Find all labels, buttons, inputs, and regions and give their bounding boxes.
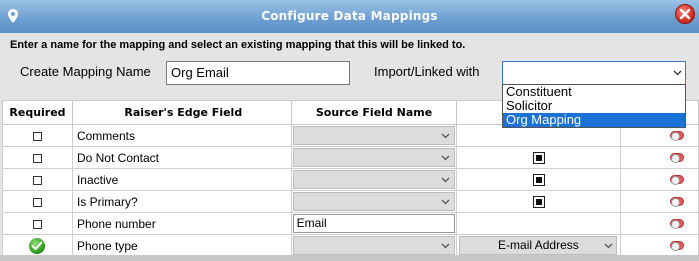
source-cell xyxy=(290,168,458,191)
mapping-panel: Enter a name for the mapping and select … xyxy=(0,33,699,261)
required-checkbox[interactable] xyxy=(32,153,42,163)
field-name-cell: Do Not Contact xyxy=(71,146,292,169)
table-row: Do Not Contact xyxy=(2,146,699,169)
chevron-down-icon[interactable] xyxy=(438,237,454,254)
source-cell xyxy=(290,190,458,213)
field-name-cell: Inactive xyxy=(71,168,292,191)
linked-cell xyxy=(456,190,622,213)
source-cell xyxy=(290,146,458,169)
mapping-name-input[interactable]: Org Email xyxy=(166,61,350,85)
field-name-cell: Phone type xyxy=(71,234,292,257)
toggle-cell xyxy=(620,168,699,191)
linked-checkbox[interactable] xyxy=(532,174,545,187)
linked-cell: E-mail Address xyxy=(456,234,622,257)
chevron-down-icon[interactable] xyxy=(438,193,454,210)
required-cell xyxy=(2,212,73,235)
chevron-down-icon[interactable] xyxy=(438,127,454,144)
source-field-select[interactable] xyxy=(292,192,455,211)
linked-checkbox[interactable] xyxy=(532,196,545,209)
mapping-name-label: Create Mapping Name xyxy=(20,64,151,79)
toggle-cell xyxy=(620,234,699,257)
linked-with-dropdown-list: Constituent Solicitor Org Mapping xyxy=(502,84,686,128)
chevron-down-icon[interactable] xyxy=(438,149,454,166)
field-name-cell: Comments xyxy=(71,124,292,147)
chevron-down-icon[interactable] xyxy=(600,237,616,254)
configure-data-mappings-window: Configure Data Mappings Enter a name for… xyxy=(0,0,699,261)
toggle-cell xyxy=(620,212,699,235)
linked-cell xyxy=(456,168,622,191)
source-cell: Email xyxy=(290,212,458,235)
toggle-switch-icon[interactable] xyxy=(670,219,684,229)
required-checkbox[interactable] xyxy=(32,219,42,229)
field-name-cell: Phone number xyxy=(71,212,292,235)
header-raisers-edge-field[interactable]: Raiser's Edge Field xyxy=(71,100,292,125)
required-checkbox[interactable] xyxy=(32,175,42,185)
chevron-down-icon[interactable] xyxy=(438,171,454,188)
required-cell xyxy=(2,190,73,213)
toggle-switch-icon[interactable] xyxy=(670,131,684,141)
table-row: Phone number Email xyxy=(2,212,699,235)
close-button[interactable] xyxy=(675,4,695,24)
source-field-select[interactable]: Email xyxy=(292,214,455,233)
source-field-select[interactable] xyxy=(292,126,455,145)
source-field-value: Email xyxy=(296,216,327,230)
window-title: Configure Data Mappings xyxy=(261,9,438,23)
toggle-switch-icon[interactable] xyxy=(670,197,684,207)
source-cell xyxy=(290,124,458,147)
close-icon xyxy=(679,8,691,20)
linked-with-label: Import/Linked with xyxy=(374,64,480,79)
linked-cell xyxy=(456,212,622,235)
source-field-select[interactable] xyxy=(292,148,455,167)
required-cell xyxy=(2,124,73,147)
linked-cell xyxy=(456,146,622,169)
required-checkbox[interactable] xyxy=(32,197,42,207)
table-row: Is Primary? xyxy=(2,190,699,213)
instructions-text: Enter a name for the mapping and select … xyxy=(10,39,466,51)
toggle-switch-icon[interactable] xyxy=(670,241,684,251)
table-row: Inactive xyxy=(2,168,699,191)
table-row: Phone type E-mail Address xyxy=(2,234,699,257)
green-checkmark-icon xyxy=(29,237,46,254)
header-source-field-name[interactable]: Source Field Name xyxy=(290,100,458,125)
option-org-mapping[interactable]: Org Mapping xyxy=(503,113,685,127)
linked-with-select[interactable] xyxy=(502,61,686,85)
toggle-switch-icon[interactable] xyxy=(670,153,684,163)
field-name-cell: Is Primary? xyxy=(71,190,292,213)
source-field-select[interactable] xyxy=(292,170,455,189)
linked-field-select[interactable]: E-mail Address xyxy=(459,236,618,255)
linked-checkbox[interactable] xyxy=(532,152,545,165)
option-solicitor[interactable]: Solicitor xyxy=(503,99,685,113)
required-cell xyxy=(2,168,73,191)
required-cell xyxy=(2,234,73,257)
bottom-strip xyxy=(0,255,699,261)
toggle-switch-icon[interactable] xyxy=(670,175,684,185)
source-field-select[interactable] xyxy=(292,236,455,255)
required-checkbox[interactable] xyxy=(32,131,42,141)
toggle-cell xyxy=(620,146,699,169)
source-cell xyxy=(290,234,458,257)
option-constituent[interactable]: Constituent xyxy=(503,85,685,99)
header-required[interactable]: Required xyxy=(2,100,73,125)
toggle-cell xyxy=(620,190,699,213)
linked-field-value: E-mail Address xyxy=(498,238,579,252)
title-bar: Configure Data Mappings xyxy=(0,0,699,33)
chevron-down-icon[interactable] xyxy=(669,62,685,84)
required-cell xyxy=(2,146,73,169)
